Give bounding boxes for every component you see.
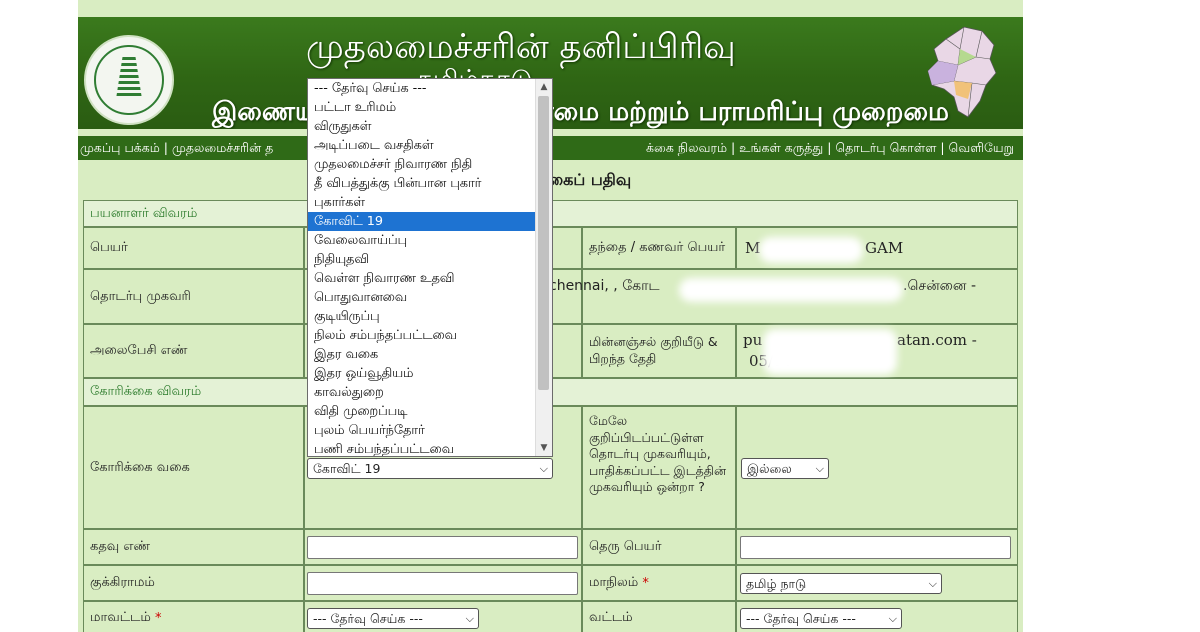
same-address-selected: இல்லை: [747, 461, 792, 476]
label-district-cell: மாவட்டம் *: [83, 601, 304, 632]
dropdown-option-highlighted[interactable]: கோவிட் 19: [308, 212, 536, 231]
value-address-cell-2: chennai, , கோட .சென்னை -: [549, 269, 1018, 324]
district-select[interactable]: --- தேர்வு செய்க --- ⌵: [307, 608, 479, 629]
district-selected: --- தேர்வு செய்க ---: [313, 611, 423, 626]
dropdown-option[interactable]: இதர வகை: [308, 345, 536, 364]
value-address-end: .சென்னை -: [903, 278, 977, 294]
chevron-down-icon: ⌵: [928, 577, 937, 590]
value-father-end: GAM: [865, 239, 904, 257]
dropdown-option[interactable]: நிதியுதவி: [308, 250, 536, 269]
dropdown-option[interactable]: நிலம் சம்பந்தப்பட்டவை: [308, 326, 536, 345]
label-email-cell: மின்னஞ்சல் குறியீடு & பிறந்த தேதி: [582, 324, 736, 378]
dropdown-scrollbar[interactable]: ▲ ▼: [535, 79, 552, 456]
dropdown-option[interactable]: காவல்துறை: [308, 383, 536, 402]
label-taluk-cell: வட்டம்: [582, 601, 736, 632]
label-state: மாநிலம்: [589, 575, 639, 590]
dropdown-option[interactable]: புகார்கள்: [308, 193, 536, 212]
value-district-cell: --- தேர்வு செய்க --- ⌵: [304, 601, 582, 632]
dropdown-option[interactable]: தீ விபத்துக்கு பின்பான புகார்: [308, 174, 536, 193]
section-applicant-label: பயனாளர் விவரம்: [90, 205, 198, 221]
label-request-type-cell: கோரிக்கை வகை: [83, 406, 304, 529]
dropdown-option[interactable]: அடிப்படை வசதிகள்: [308, 136, 536, 155]
label-door-cell: கதவு எண்: [83, 529, 304, 565]
nav-right-text[interactable]: க்கை நிலவரம் | உங்கள் கருத்து | தொடர்பு …: [646, 136, 1014, 160]
request-type-selected: கோவிட் 19: [313, 461, 381, 476]
dropdown-option[interactable]: குடியிருப்பு: [308, 307, 536, 326]
chevron-down-icon: ⌵: [539, 462, 548, 475]
same-address-select[interactable]: இல்லை ⌵: [741, 458, 829, 479]
label-name-cell: பெயர்: [83, 227, 304, 269]
dropdown-option[interactable]: விருதுகள்: [308, 117, 536, 136]
dropdown-option[interactable]: பட்டா உரிமம்: [308, 98, 536, 117]
value-door-cell: [304, 529, 582, 565]
value-email-cell: pu atan.com - 05/06: [736, 324, 1018, 378]
door-number-input[interactable]: [307, 536, 578, 559]
section-request-label: கோரிக்கை விவரம்: [90, 384, 202, 399]
label-village: குக்கிராமம்: [90, 575, 155, 590]
label-address: தொடர்பு முகவரி: [90, 288, 191, 304]
label-request-type: கோரிக்கை வகை: [90, 459, 190, 475]
scroll-up-arrow-icon[interactable]: ▲: [536, 79, 552, 95]
label-father-cell: தந்தை / கணவர் பெயர்: [582, 227, 736, 269]
nav-left-text[interactable]: முகப்பு பக்கம் | முதலமைச்சரின் த: [80, 136, 273, 160]
label-mobile-cell: அலைபேசி எண்: [83, 324, 304, 378]
label-father: தந்தை / கணவர் பெயர்: [589, 240, 726, 255]
state-select[interactable]: தமிழ் நாடு ⌵: [740, 573, 942, 594]
value-street-cell: [736, 529, 1018, 565]
dropdown-option[interactable]: புலம் பெயர்ந்தோர்: [308, 421, 536, 440]
label-same-address: மேலே குறிப்பிடப்பட்டுள்ள தொடர்பு முகவரிய…: [589, 413, 727, 494]
chevron-down-icon: ⌵: [465, 612, 474, 625]
page-heading: கைப் பதிவு: [548, 170, 632, 189]
value-taluk-cell: --- தேர்வு செய்க --- ⌵: [736, 601, 1018, 632]
label-name: பெயர்: [90, 240, 128, 255]
required-mark: *: [155, 610, 162, 626]
scroll-down-arrow-icon[interactable]: ▼: [536, 440, 552, 456]
label-village-cell: குக்கிராமம்: [83, 565, 304, 601]
label-street: தெரு பெயர்: [589, 539, 662, 554]
value-father-cell: M GAM: [736, 227, 1018, 269]
label-same-address-cell: மேலே குறிப்பிடப்பட்டுள்ள தொடர்பு முகவரிய…: [582, 406, 736, 529]
label-street-cell: தெரு பெயர்: [582, 529, 736, 565]
redaction-father: [759, 237, 863, 263]
street-name-input[interactable]: [740, 536, 1011, 559]
label-address-cell: தொடர்பு முகவரி: [83, 269, 304, 324]
redaction-address: [679, 278, 903, 302]
dropdown-option[interactable]: விதி முறைப்படி: [308, 402, 536, 421]
label-taluk: வட்டம்: [589, 610, 633, 625]
taluk-selected: --- தேர்வு செய்க ---: [746, 611, 856, 626]
value-email-end: atan.com -: [897, 331, 977, 349]
state-selected: தமிழ் நாடு: [746, 576, 807, 591]
chevron-down-icon: ⌵: [815, 462, 824, 475]
request-type-dropdown-list[interactable]: --- தேர்வு செய்க --- பட்டா உரிமம் விருது…: [307, 78, 553, 457]
tamil-nadu-map-icon: [927, 26, 997, 118]
label-district: மாவட்டம்: [90, 610, 151, 625]
dropdown-option[interactable]: --- தேர்வு செய்க ---: [308, 79, 536, 98]
tamil-nadu-emblem-icon: [84, 35, 174, 125]
label-mobile: அலைபேசி எண்: [90, 343, 188, 358]
value-address-start: chennai, , கோட: [549, 278, 660, 294]
label-door: கதவு எண்: [90, 539, 151, 554]
dropdown-option[interactable]: இதர ஒய்வூதியம்: [308, 364, 536, 383]
request-type-select[interactable]: கோவிட் 19 ⌵: [307, 458, 553, 479]
label-state-cell: மாநிலம் *: [582, 565, 736, 601]
dropdown-options: --- தேர்வு செய்க --- பட்டா உரிமம் விருது…: [308, 79, 536, 456]
dropdown-option[interactable]: பணி சம்பந்தப்பட்டவை: [308, 440, 536, 456]
chevron-down-icon: ⌵: [888, 612, 897, 625]
dropdown-option[interactable]: முதலமைச்சர் நிவாரண நிதி: [308, 155, 536, 174]
value-same-address-cell: இல்லை ⌵: [736, 406, 1018, 529]
value-state-cell: தமிழ் நாடு ⌵: [736, 565, 1018, 601]
dropdown-option[interactable]: வேலைவாய்ப்பு: [308, 231, 536, 250]
village-input[interactable]: [307, 572, 578, 595]
dropdown-option[interactable]: வெள்ள நிவாரண உதவி: [308, 269, 536, 288]
redaction-email: [763, 329, 897, 375]
dropdown-option[interactable]: பொதுவானவை: [308, 288, 536, 307]
top-strip: [78, 0, 1023, 17]
required-mark: *: [642, 575, 649, 591]
value-village-cell: [304, 565, 582, 601]
label-email: மின்னஞ்சல் குறியீடு & பிறந்த தேதி: [589, 334, 718, 366]
scrollbar-thumb[interactable]: [538, 96, 549, 390]
taluk-select[interactable]: --- தேர்வு செய்க --- ⌵: [740, 608, 902, 629]
value-email-start: pu: [743, 331, 763, 349]
